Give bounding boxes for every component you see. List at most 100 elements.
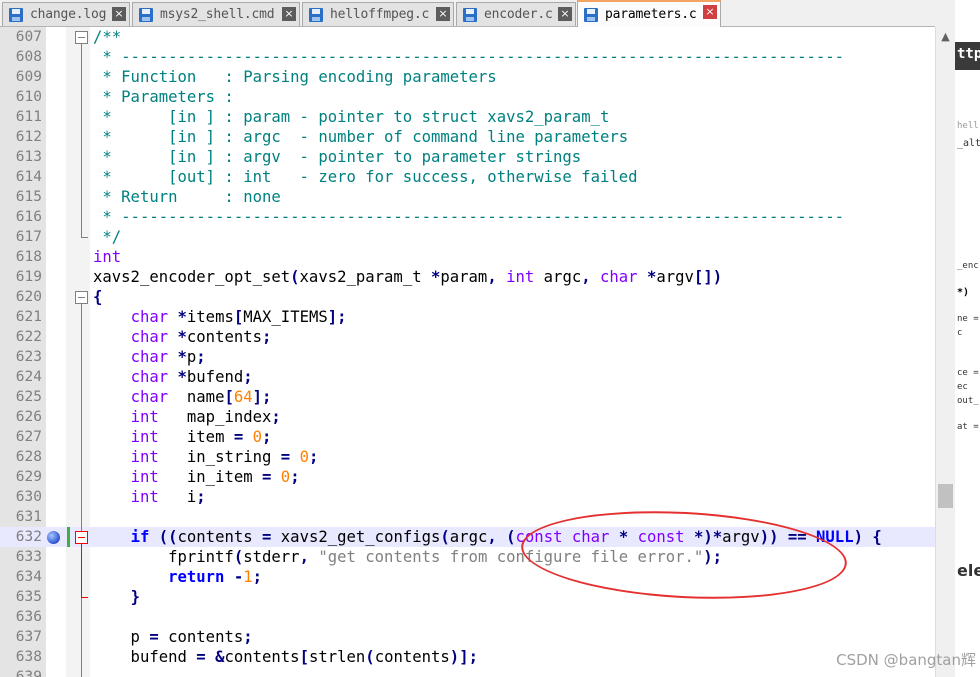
line-number: 629: [15, 469, 42, 485]
fold-guide: [81, 544, 82, 597]
line-number: 616: [15, 209, 42, 225]
code-line[interactable]: 607 /**: [0, 27, 935, 47]
tab-change-log[interactable]: change.log ×: [2, 2, 130, 26]
code-line[interactable]: 614 * [out] : int - zero for success, ot…: [0, 167, 935, 187]
code-text: bufend = &contents[strlen(contents)];: [93, 648, 478, 666]
code-text: p = contents;: [93, 628, 253, 646]
code-line[interactable]: 626 int map_index;: [0, 407, 935, 427]
code-line[interactable]: 623 char *p;: [0, 347, 935, 367]
code-line[interactable]: 638 bufend = &contents[strlen(contents)]…: [0, 647, 935, 667]
code-line[interactable]: 628 int in_string = 0;: [0, 447, 935, 467]
close-icon[interactable]: ×: [282, 7, 296, 21]
scroll-up-icon[interactable]: ▲: [936, 27, 955, 47]
tab-encoder[interactable]: encoder.c ×: [456, 2, 576, 26]
fold-guide: [81, 304, 82, 677]
close-icon[interactable]: ×: [558, 7, 572, 21]
code-text: * [in ] : argc - number of command line …: [93, 128, 629, 146]
tab-msys2-shell[interactable]: msys2_shell.cmd ×: [132, 2, 300, 26]
code-text: * [out] : int - zero for success, otherw…: [93, 168, 638, 186]
tab-parameters[interactable]: parameters.c ×: [577, 0, 721, 27]
line-number: 609: [15, 69, 42, 85]
close-icon[interactable]: ×: [436, 7, 450, 21]
fold-guide: [81, 44, 82, 237]
line-number: 625: [15, 389, 42, 405]
code-line[interactable]: 619 xavs2_encoder_opt_set(xavs2_param_t *…: [0, 267, 935, 287]
code-text: char *contents;: [130, 328, 272, 346]
code-line[interactable]: 627 int item = 0;: [0, 427, 935, 447]
background-text: ele: [957, 561, 980, 580]
code-text: xavs2_encoder_opt_set(xavs2_param_t *par…: [93, 268, 723, 286]
code-line[interactable]: 637 p = contents;: [0, 627, 935, 647]
code-text: int: [93, 248, 122, 266]
close-icon[interactable]: ×: [703, 5, 717, 19]
tab-helloffmpeg[interactable]: helloffmpeg.c ×: [302, 2, 454, 26]
line-number: 627: [15, 429, 42, 445]
code-text: * --------------------------------------…: [93, 208, 845, 226]
code-line[interactable]: 630 int i;: [0, 487, 935, 507]
line-number: 628: [15, 449, 42, 465]
code-line[interactable]: 611 * [in ] : param - pointer to struct …: [0, 107, 935, 127]
background-text: ttp: [957, 46, 980, 62]
code-line[interactable]: 610 * Parameters :: [0, 87, 935, 107]
fold-guide-end: [81, 237, 88, 238]
code-text: int in_string = 0;: [130, 448, 319, 466]
tab-label: parameters.c: [605, 7, 697, 22]
code-line[interactable]: 620 {: [0, 287, 935, 307]
code-text: * [in ] : argv - pointer to parameter st…: [93, 148, 582, 166]
code-line[interactable]: 618 int: [0, 247, 935, 267]
code-line[interactable]: 625 char name[64];: [0, 387, 935, 407]
code-text: char name[64];: [130, 388, 272, 406]
code-line[interactable]: 621 char *items[MAX_ITEMS];: [0, 307, 935, 327]
tab-label: change.log: [30, 7, 107, 22]
code-text: * Parameters :: [93, 88, 234, 106]
vertical-scrollbar[interactable]: ▲: [935, 27, 955, 677]
code-line[interactable]: 629 int in_item = 0;: [0, 467, 935, 487]
floppy-disk-icon: [9, 7, 23, 22]
code-line[interactable]: 608 * ----------------------------------…: [0, 47, 935, 67]
line-number: 622: [15, 329, 42, 345]
scroll-thumb[interactable]: [938, 484, 953, 508]
code-line[interactable]: 613 * [in ] : argv - pointer to paramete…: [0, 147, 935, 167]
floppy-disk-icon: [139, 7, 153, 22]
line-number: 619: [15, 269, 42, 285]
code-line[interactable]: 616 * ----------------------------------…: [0, 207, 935, 227]
background-text: _enc: [957, 261, 979, 271]
line-number: 610: [15, 89, 42, 105]
code-line[interactable]: 624 char *bufend;: [0, 367, 935, 387]
line-number: 611: [15, 109, 42, 125]
bookmark-icon[interactable]: [47, 531, 60, 544]
code-editor[interactable]: 607/** 608 * ----------------------------…: [0, 27, 935, 677]
background-text: _alt: [957, 138, 980, 149]
fold-toggle[interactable]: [75, 291, 88, 304]
code-line[interactable]: 622 char *contents;: [0, 327, 935, 347]
line-number: 634: [15, 569, 42, 585]
code-line[interactable]: 612 * [in ] : argc - number of command l…: [0, 127, 935, 147]
code-line[interactable]: 615 * Return : none: [0, 187, 935, 207]
code-text: }: [130, 588, 140, 606]
background-text: ne =: [957, 314, 979, 324]
line-number: 633: [15, 549, 42, 565]
background-text: *): [957, 287, 970, 298]
fold-toggle[interactable]: [75, 31, 88, 44]
line-number: 632: [15, 529, 42, 545]
fold-toggle[interactable]: [75, 531, 88, 544]
line-number: 618: [15, 249, 42, 265]
background-text: ec: [957, 382, 968, 392]
change-history-marker: [67, 527, 70, 547]
tab-label: helloffmpeg.c: [330, 7, 430, 22]
code-line[interactable]: 639: [0, 667, 935, 677]
fold-guide-end: [81, 597, 88, 598]
code-line[interactable]: 609 * Function : Parsing encoding parame…: [0, 67, 935, 87]
line-number: 635: [15, 589, 42, 605]
code-line[interactable]: 631: [0, 507, 935, 527]
code-text: int item = 0;: [130, 428, 272, 446]
background-text: c: [957, 328, 963, 338]
code-text: return -1;: [168, 568, 263, 586]
background-text: ce =: [957, 368, 979, 378]
code-line[interactable]: 636: [0, 607, 935, 627]
line-number: 623: [15, 349, 42, 365]
tab-label: msys2_shell.cmd: [160, 7, 275, 22]
close-icon[interactable]: ×: [112, 7, 126, 21]
line-number: 614: [15, 169, 42, 185]
code-line[interactable]: 617 */: [0, 227, 935, 247]
